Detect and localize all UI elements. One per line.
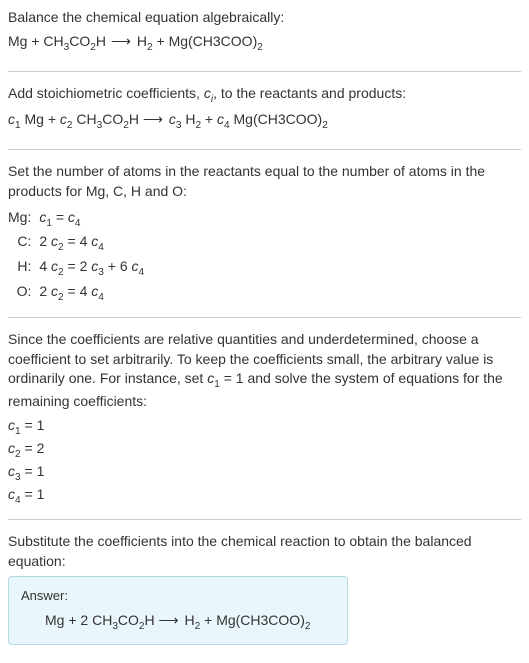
section3-intro: Set the number of atoms in the reactants…: [8, 162, 521, 201]
sp2c: CO: [102, 111, 123, 127]
pre: 4: [39, 258, 51, 274]
v: = 2: [21, 440, 45, 456]
sp3a: H: [181, 111, 195, 127]
c: c: [8, 417, 15, 433]
plus2: +: [153, 33, 169, 49]
intro-text-a: Add stoichiometric coefficients,: [8, 85, 204, 101]
arrow-icon: ⟶: [106, 33, 137, 49]
product-h: H: [137, 33, 147, 49]
pre: 2: [39, 283, 51, 299]
answer-box: Answer: Mg + 2 CH3CO2H ⟶ H2 + Mg(CH3COO)…: [8, 576, 348, 645]
c1: c: [8, 111, 15, 127]
section4-intro: Since the coefficients are relative quan…: [8, 330, 521, 412]
section1-title: Balance the chemical equation algebraica…: [8, 8, 521, 28]
plus3: +: [201, 111, 217, 127]
ans-c: CO: [118, 612, 139, 628]
c2: c: [60, 111, 67, 127]
section-stoich: Add stoichiometric coefficients, ci, to …: [8, 84, 521, 151]
section-solve: Since the coefficients are relative quan…: [8, 330, 521, 520]
mid: =: [52, 209, 68, 225]
eq-val: c1 = c4: [39, 206, 144, 231]
ca: c: [51, 283, 58, 299]
eq-row-mg: Mg: c1 = c4: [8, 206, 144, 231]
mid: = 2: [64, 258, 92, 274]
c: c: [8, 440, 15, 456]
section1-equation: Mg + CH3CO2H ⟶ H2 + Mg(CH3COO)2: [8, 32, 521, 55]
sp2a: CH: [73, 111, 97, 127]
pre: 2: [39, 233, 51, 249]
mid: = 4: [64, 283, 92, 299]
mid2: + 6: [104, 258, 132, 274]
cc: c: [132, 258, 139, 274]
intro-text-b: , to the reactants and products:: [213, 85, 406, 101]
atom-equations: Mg: c1 = c4 C: 2 c2 = 4 c4 H: 4 c2 = 2 c…: [8, 206, 144, 306]
ans-h: + Mg(CH3COO): [200, 612, 305, 628]
reactant-h: H: [96, 33, 106, 49]
eq-row-o: O: 2 c2 = 4 c4: [8, 280, 144, 305]
c4: c: [217, 111, 224, 127]
sp2e: H: [129, 111, 143, 127]
eq-val: 2 c2 = 4 c4: [39, 280, 144, 305]
eq-label: Mg:: [8, 206, 39, 231]
arrow-icon-2: ⟶: [143, 111, 169, 127]
ans-e: H: [145, 612, 159, 628]
cb: c: [68, 209, 75, 225]
coefficient-list: c1 = 1 c2 = 2 c3 = 1 c4 = 1: [8, 416, 521, 508]
sub-2c: 2: [257, 41, 263, 52]
answer-label: Answer:: [21, 587, 335, 605]
mid: = 4: [64, 233, 92, 249]
arrow-icon-3: ⟶: [159, 612, 185, 628]
sp4a: Mg(CH3COO): [230, 111, 323, 127]
coef-3: c3 = 1: [8, 462, 521, 485]
coef-2: c2 = 2: [8, 439, 521, 462]
section-balance: Balance the chemical equation algebraica…: [8, 8, 521, 72]
coef-4: c4 = 1: [8, 485, 521, 508]
coef-1: c1 = 1: [8, 416, 521, 439]
eq-val: 4 c2 = 2 c3 + 6 c4: [39, 255, 144, 280]
section-result: Substitute the coefficients into the che…: [8, 532, 521, 654]
c: c: [8, 463, 15, 479]
reactant-ch: CH: [43, 33, 63, 49]
v: = 1: [21, 417, 45, 433]
sb: 4: [98, 242, 104, 253]
section-atoms: Set the number of atoms in the reactants…: [8, 162, 521, 318]
reactant-mg: Mg: [8, 33, 27, 49]
sb: 4: [75, 217, 81, 228]
eq-label: H:: [8, 255, 39, 280]
ci-c: c: [204, 85, 211, 101]
eq-row-h: H: 4 c2 = 2 c3 + 6 c4: [8, 255, 144, 280]
sp1: Mg +: [21, 111, 60, 127]
ca: c: [51, 233, 58, 249]
section5-intro: Substitute the coefficients into the che…: [8, 532, 521, 571]
ca: c: [51, 258, 58, 274]
reactant-co: CO: [69, 33, 90, 49]
ans-a: Mg + 2 CH: [45, 612, 112, 628]
sb: 4: [98, 292, 104, 303]
sp4b: 2: [322, 120, 328, 131]
section2-equation: c1 Mg + c2 CH3CO2H ⟶ c3 H2 + c4 Mg(CH3CO…: [8, 110, 521, 133]
answer-equation: Mg + 2 CH3CO2H ⟶ H2 + Mg(CH3COO)2: [21, 611, 335, 634]
plus: +: [27, 33, 43, 49]
c: c: [8, 486, 15, 502]
eq-row-c: C: 2 c2 = 4 c4: [8, 230, 144, 255]
eq-label: O:: [8, 280, 39, 305]
c3: c: [169, 111, 176, 127]
eq-val: 2 c2 = 4 c4: [39, 230, 144, 255]
v: = 1: [21, 463, 45, 479]
sc: 4: [139, 267, 145, 278]
v: = 1: [21, 486, 45, 502]
section2-intro: Add stoichiometric coefficients, ci, to …: [8, 84, 521, 107]
product-mgacet: Mg(CH3COO): [169, 33, 258, 49]
ans-f: H: [185, 612, 195, 628]
ans-i: 2: [305, 621, 311, 632]
eq-label: C:: [8, 230, 39, 255]
